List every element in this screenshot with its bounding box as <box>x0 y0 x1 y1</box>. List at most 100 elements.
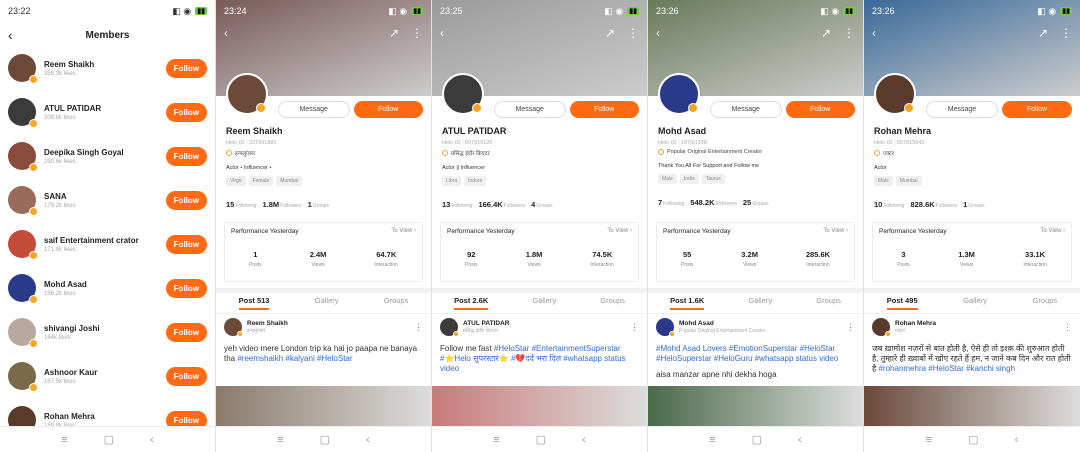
tab-groups[interactable]: Groups <box>384 296 409 314</box>
follow-button[interactable]: Follow <box>569 101 639 118</box>
menu-icon[interactable]: ≡ <box>926 434 932 446</box>
more-icon[interactable]: ⋮ <box>411 26 423 40</box>
back-arrow-icon[interactable]: ‹ <box>656 26 660 40</box>
follow-button[interactable]: Follow <box>165 146 207 166</box>
follow-button[interactable]: Follow <box>165 366 207 386</box>
follow-button[interactable]: Follow <box>165 234 207 254</box>
post-image[interactable] <box>432 386 647 426</box>
member-avatar[interactable] <box>8 54 38 84</box>
back-arrow-icon[interactable]: ‹ <box>440 26 444 40</box>
message-button[interactable]: Message <box>494 101 566 118</box>
to-view-link[interactable]: To View › <box>391 228 416 235</box>
post-image[interactable] <box>216 386 431 426</box>
menu-icon[interactable]: ≡ <box>709 434 715 446</box>
share-icon[interactable]: ↗ <box>605 26 615 40</box>
back-icon[interactable]: ‹ <box>366 434 370 446</box>
member-avatar[interactable] <box>8 142 38 172</box>
follow-button[interactable]: Follow <box>165 322 207 342</box>
member-avatar[interactable] <box>8 98 38 128</box>
share-icon[interactable]: ↗ <box>1038 26 1048 40</box>
member-row[interactable]: shivangi Joshi 164k likes Follow <box>0 310 215 354</box>
post-image[interactable] <box>648 386 863 426</box>
tab-posts[interactable]: Post 495 <box>886 296 918 310</box>
member-avatar[interactable] <box>8 186 38 216</box>
member-avatar[interactable] <box>8 274 38 304</box>
post-avatar[interactable] <box>440 318 459 337</box>
member-row[interactable]: Reem Shaikh 358.3k likes Follow <box>0 46 215 90</box>
member-avatar[interactable] <box>8 230 38 260</box>
tab-groups[interactable]: Groups <box>1033 296 1058 314</box>
message-button[interactable]: Message <box>278 101 350 118</box>
post-more-icon[interactable]: ⋮ <box>630 322 639 333</box>
tab-posts[interactable]: Post 2.6K <box>454 296 489 310</box>
home-icon[interactable]: ▢ <box>320 433 330 446</box>
follow-button[interactable]: Follow <box>165 278 207 298</box>
post-more-icon[interactable]: ⋮ <box>1063 322 1072 333</box>
share-icon[interactable]: ↗ <box>389 26 399 40</box>
member-row[interactable]: ATUL PATIDAR 308.9k likes Follow <box>0 90 215 134</box>
profile-avatar[interactable] <box>874 73 916 115</box>
member-row[interactable]: Deepika Singh Goyal 290.6k likes Follow <box>0 134 215 178</box>
menu-icon[interactable]: ≡ <box>493 434 499 446</box>
member-row[interactable]: saif Entertainment crator 171.9k likes F… <box>0 222 215 266</box>
back-icon[interactable]: ‹ <box>582 434 586 446</box>
to-view-link[interactable]: To View › <box>607 228 632 235</box>
post-avatar[interactable] <box>656 318 675 337</box>
post-card[interactable]: Reem Shaikh इन्फ्लुएंसर ⋮ yeh video mere… <box>224 318 423 370</box>
back-icon[interactable]: ‹ <box>1015 434 1019 446</box>
more-icon[interactable]: ⋮ <box>843 26 855 40</box>
performance-card[interactable]: Performance Yesterday To View › 55 Posts … <box>656 222 855 282</box>
tab-gallery[interactable]: Gallery <box>532 296 556 314</box>
tab-gallery[interactable]: Gallery <box>963 296 987 314</box>
follow-button[interactable]: Follow <box>165 190 207 210</box>
profile-avatar[interactable] <box>226 73 268 115</box>
to-view-link[interactable]: To View › <box>1040 228 1065 235</box>
performance-card[interactable]: Performance Yesterday To View › 92 Posts … <box>440 222 639 282</box>
tab-posts[interactable]: Post 1.6K <box>670 296 705 310</box>
profile-avatar[interactable] <box>658 73 700 115</box>
back-arrow-icon[interactable]: ‹ <box>224 26 228 40</box>
tab-groups[interactable]: Groups <box>600 296 625 314</box>
back-icon[interactable]: ‹ <box>150 434 154 446</box>
post-avatar[interactable] <box>872 318 891 337</box>
home-icon[interactable]: ▢ <box>104 433 114 446</box>
home-icon[interactable]: ▢ <box>536 433 546 446</box>
follow-button[interactable]: Follow <box>165 58 207 78</box>
tab-gallery[interactable]: Gallery <box>315 296 339 314</box>
member-row[interactable]: Ashnoor Kaur 167.5k likes Follow <box>0 354 215 398</box>
performance-card[interactable]: Performance Yesterday To View › 3 Posts 1… <box>872 222 1072 282</box>
performance-card[interactable]: Performance Yesterday To View › 1 Posts 2… <box>224 222 423 282</box>
more-icon[interactable]: ⋮ <box>627 26 639 40</box>
menu-icon[interactable]: ≡ <box>277 434 283 446</box>
post-more-icon[interactable]: ⋮ <box>846 322 855 333</box>
tab-posts[interactable]: Post 513 <box>238 296 270 310</box>
to-view-link[interactable]: To View › <box>823 228 848 235</box>
menu-icon[interactable]: ≡ <box>61 434 67 446</box>
home-icon[interactable]: ▢ <box>968 433 978 446</box>
follow-button[interactable]: Follow <box>785 101 855 118</box>
post-more-icon[interactable]: ⋮ <box>414 322 423 333</box>
tab-groups[interactable]: Groups <box>816 296 841 314</box>
member-avatar[interactable] <box>8 318 38 348</box>
post-image[interactable] <box>864 386 1080 426</box>
post-avatar[interactable] <box>224 318 243 337</box>
more-icon[interactable]: ⋮ <box>1060 26 1072 40</box>
back-icon[interactable]: ‹ <box>798 434 802 446</box>
member-avatar[interactable] <box>8 362 38 392</box>
post-card[interactable]: Rohan Mehra एक्टर ⋮ जब ख़ामोश नज़रों से … <box>872 318 1072 380</box>
profile-avatar[interactable] <box>442 73 484 115</box>
home-icon[interactable]: ▢ <box>752 433 762 446</box>
member-row[interactable]: Mohd Asad 156.2k likes Follow <box>0 266 215 310</box>
back-arrow-icon[interactable]: ‹ <box>872 26 876 40</box>
back-arrow-icon[interactable]: ‹ <box>8 27 13 43</box>
follow-button[interactable]: Follow <box>1002 101 1072 118</box>
follow-button[interactable]: Follow <box>353 101 423 118</box>
member-row[interactable]: SANA 178.2k likes Follow <box>0 178 215 222</box>
share-icon[interactable]: ↗ <box>821 26 831 40</box>
message-button[interactable]: Message <box>710 101 782 118</box>
tab-gallery[interactable]: Gallery <box>748 296 772 314</box>
follow-button[interactable]: Follow <box>165 102 207 122</box>
message-button[interactable]: Message <box>926 101 998 118</box>
post-card[interactable]: Mohd Asad Popular Original Entertainment… <box>656 318 855 380</box>
post-card[interactable]: ATUL PATIDAR प्रसिद्ध इंदौर क्रिएटर ⋮ Fo… <box>440 318 639 380</box>
